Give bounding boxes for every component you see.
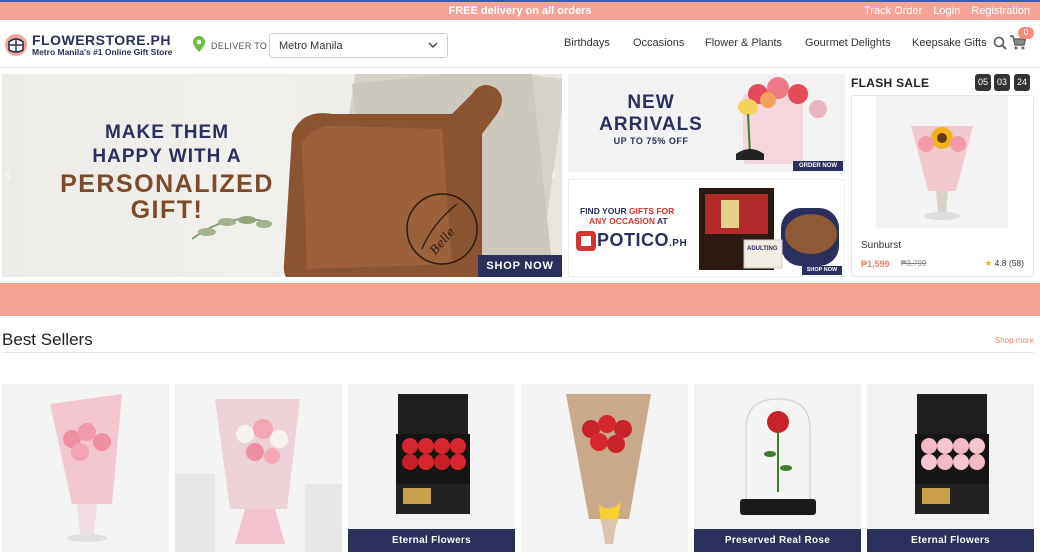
flash-product-old-price: ₱3,799 [901,259,927,268]
cart-count-badge: 0 [1018,27,1034,39]
potico-brand-name: POTICO [597,230,670,250]
section-divider [2,352,1034,353]
product-card[interactable] [521,384,688,552]
potico-logo-icon [576,231,596,251]
flash-sale-product-card[interactable]: Sunburst ₱1,599 ₱3,799 ★ 4.8 (58) [851,95,1034,277]
brand-name: FLOWERSTORE.PH [32,32,171,48]
potico-brand: POTICO.PH [597,230,687,251]
red-rose-bouquet-image [566,394,651,544]
deliver-to-label: DELIVER TO [211,41,268,51]
order-now-button[interactable]: ORDER NOW [793,161,843,171]
login-link[interactable]: Login [933,5,960,17]
new-arrivals-subtitle: UP TO 75% OFF [613,136,689,146]
brand-tagline: Metro Manila's #1 Online Gift Store [32,47,173,57]
potico-line1-a: FIND YOUR [580,206,629,216]
site-header: FLOWERSTORE.PH Metro Manila's #1 Online … [0,22,1040,68]
logo[interactable]: FLOWERSTORE.PH Metro Manila's #1 Online … [4,32,189,60]
potico-line2: ANY OCCASION AT [589,216,668,226]
hero-shop-now-button[interactable]: SHOP NOW [478,255,562,277]
new-arrivals-title-1: NEW [627,92,675,113]
flash-product-price: ₱1,599 [861,259,890,269]
best-sellers-title: Best Sellers [2,330,93,349]
hero-banner[interactable]: Belle ‹ › MAKE THEM HAPPY WITH A PERSONA… [2,74,562,277]
flash-product-name: Sunburst [861,240,902,251]
gift-box-image [699,188,839,270]
hero-line1: MAKE THEM [104,122,230,143]
review-count: (58) [1008,258,1024,268]
product-card[interactable]: Eternal Flowers [348,384,515,552]
star-icon: ★ [984,258,993,268]
sunflower-bouquet-image [911,126,973,220]
nav-occasions[interactable]: Occasions [633,37,684,49]
product-card[interactable]: Eternal Flowers [867,384,1034,552]
timer-seconds: 24 [1014,74,1030,91]
product-card[interactable]: Preserved Real Rose [694,384,861,552]
timer-minutes: 03 [994,74,1010,91]
location-select-value: Metro Manila [279,40,343,52]
shop-more-link[interactable]: Shop more [995,336,1034,345]
potico-line2-a: ANY OCCASION [589,216,655,226]
track-order-link[interactable]: Track Order [864,5,922,17]
rating-value: 4.8 [994,258,1007,268]
pink-carnation-bouquet-image [50,394,122,542]
chevron-down-icon [428,42,438,48]
new-arrivals-promo[interactable]: NEW ARRIVALS UP TO 75% OFF ORDER NOW [568,74,845,172]
product-ribbon: Eternal Flowers [867,529,1034,552]
potico-shop-now-button[interactable]: SHOP NOW [802,266,842,275]
hero-line3: PERSONALIZED [60,170,274,198]
red-rose-box-image [396,394,470,514]
registration-link[interactable]: Registration [971,5,1030,17]
top-promo-bar: FREE delivery on all orders Track Order … [0,0,1040,20]
product-card[interactable] [175,384,342,552]
flash-sale-title: FLASH SALE [851,76,930,90]
pink-rose-box-image [915,394,989,514]
location-pin-icon [193,36,205,52]
potico-brand-suffix: .PH [669,238,688,249]
flash-product-rating: ★ 4.8 (58) [985,258,1024,269]
search-icon[interactable] [993,36,1007,50]
hero-line2: HAPPY WITH A [92,146,242,167]
preserved-rose-dome-image [740,398,816,515]
box-label: ADULTING [747,246,778,252]
location-select[interactable]: Metro Manila [269,33,448,58]
hero-next-arrow[interactable]: › [551,166,556,182]
flower-logo-icon [5,34,27,56]
promo-band [0,283,1040,316]
flash-product-image [876,96,1008,228]
potico-line1: FIND YOUR GIFTS FOR [580,206,674,216]
hero-line4: GIFT! [130,196,204,224]
new-arrivals-title-2: ARRIVALS [599,114,703,135]
nav-gourmet-delights[interactable]: Gourmet Delights [805,37,891,49]
potico-promo[interactable]: ADULTING FIND YOUR GIFTS FOR ANY OCCASIO… [568,179,845,277]
product-ribbon: Eternal Flowers [348,529,515,552]
timer-hours: 05 [975,74,991,91]
potico-line2-b: AT [654,216,668,226]
product-ribbon: Preserved Real Rose [694,529,861,552]
nav-flower-plants[interactable]: Flower & Plants [705,37,782,49]
nav-keepsake-gifts[interactable]: Keepsake Gifts [912,37,987,49]
potico-line1-b: GIFTS FOR [628,206,675,216]
nav-birthdays[interactable]: Birthdays [564,37,610,49]
pink-white-bouquet-image [175,399,342,552]
account-links: Track Order Login Registration [856,5,1030,17]
product-card[interactable] [2,384,169,552]
